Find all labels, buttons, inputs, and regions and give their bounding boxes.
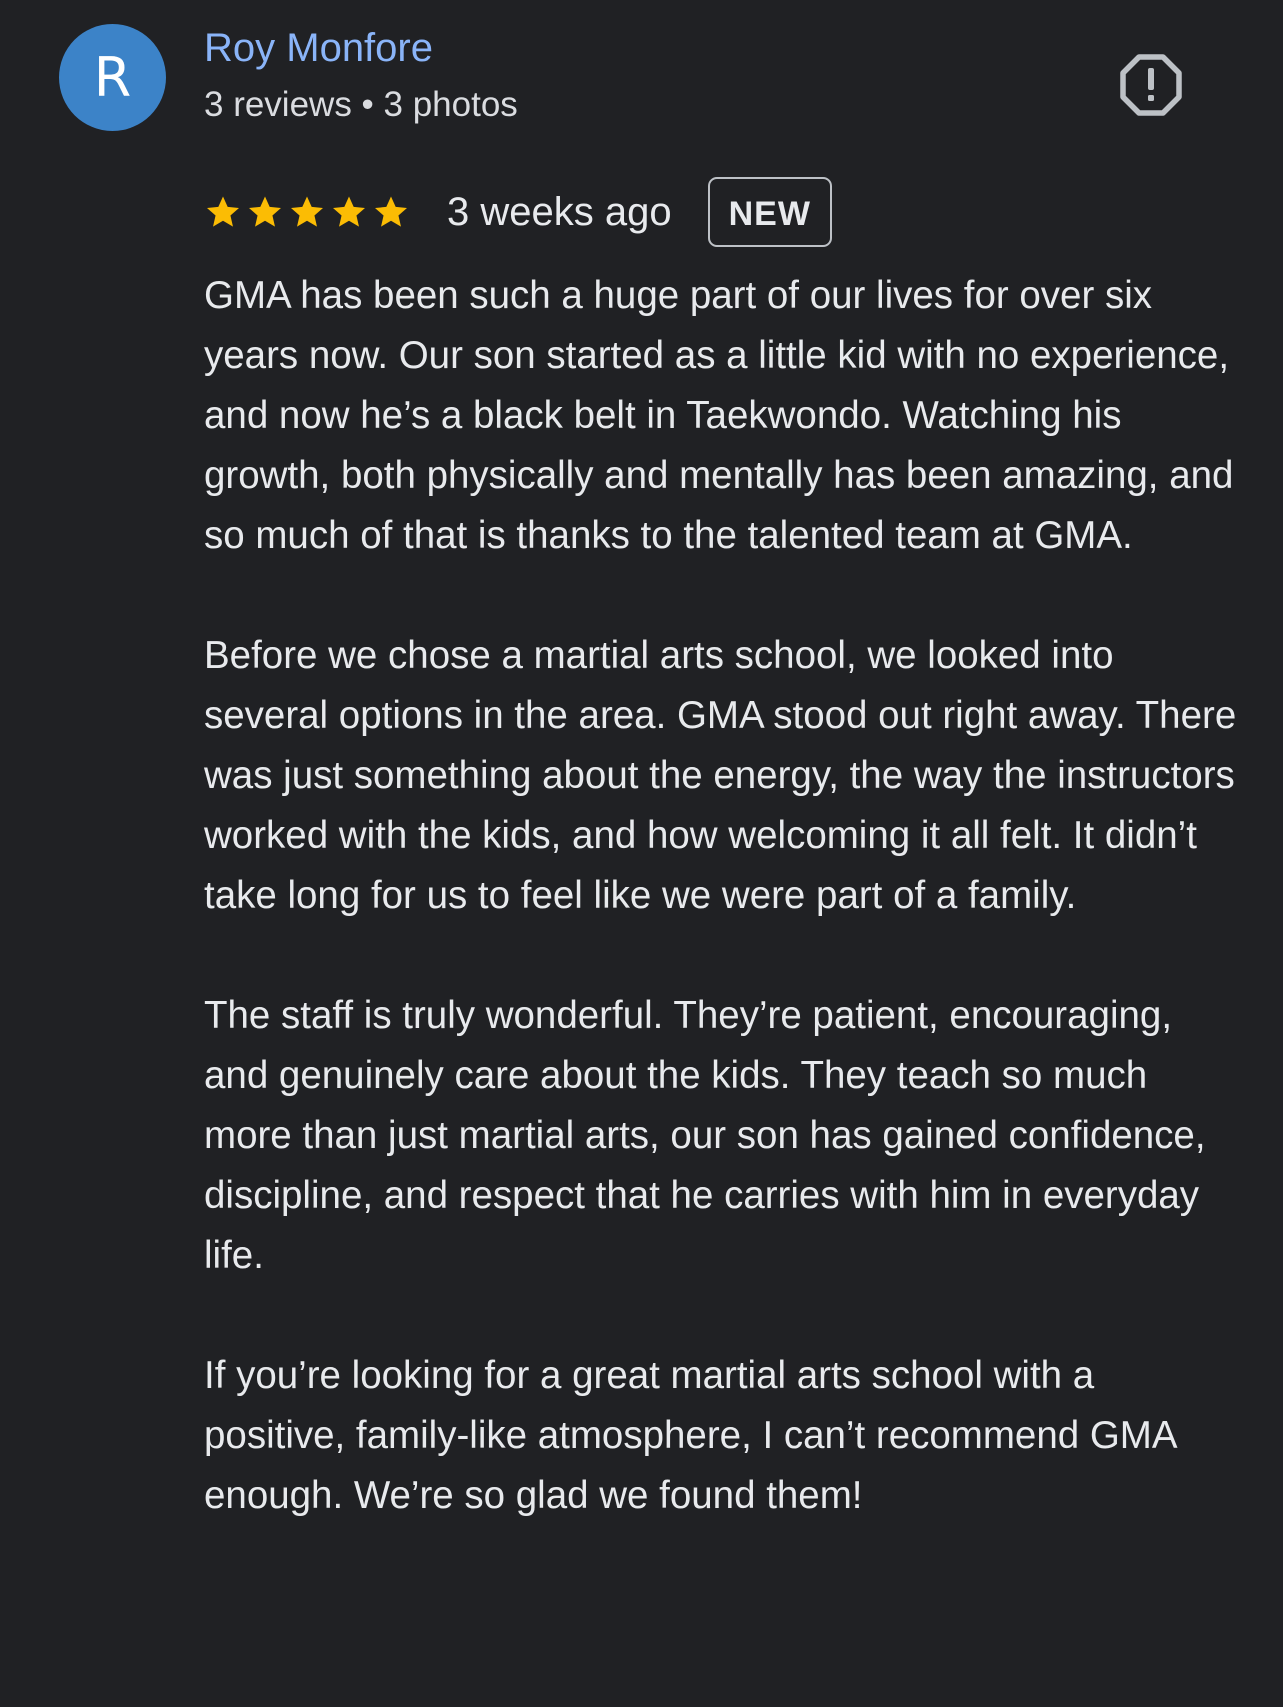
report-flag-icon <box>1120 54 1182 116</box>
star-rating <box>204 193 410 231</box>
review-paragraph: GMA has been such a huge part of our liv… <box>204 274 1234 557</box>
review-paragraph: If you’re looking for a great martial ar… <box>204 1354 1176 1517</box>
avatar[interactable]: R <box>59 24 166 131</box>
review-paragraph: Before we chose a martial arts school, w… <box>204 634 1237 917</box>
star-icon <box>375 196 407 227</box>
review-paragraph: The staff is truly wonderful. They’re pa… <box>204 994 1206 1277</box>
report-review-button[interactable] <box>1120 54 1182 116</box>
new-badge: NEW <box>707 177 832 247</box>
reviewer-name[interactable]: Roy Monfore <box>204 26 433 71</box>
rating-row: 3 weeks ago NEW <box>204 174 832 250</box>
star-icon <box>249 196 281 227</box>
star-icon <box>333 196 365 227</box>
review-date: 3 weeks ago <box>447 189 672 234</box>
reviewer-stats: 3 reviews • 3 photos <box>204 85 518 124</box>
star-icon <box>291 196 323 227</box>
review-text: GMA has been such a huge part of our liv… <box>204 266 1244 1526</box>
star-icon <box>207 196 239 227</box>
